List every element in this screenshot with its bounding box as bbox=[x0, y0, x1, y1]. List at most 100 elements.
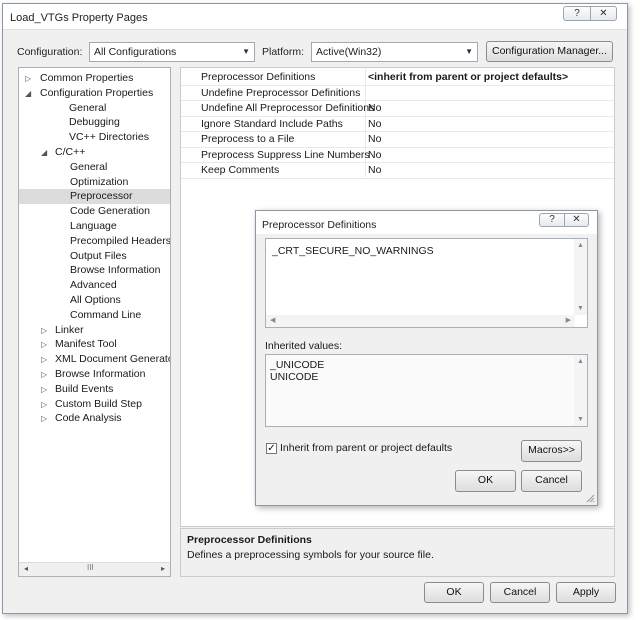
configuration-manager-button[interactable]: Configuration Manager... bbox=[486, 41, 613, 62]
dialog-ok-button[interactable]: OK bbox=[455, 470, 516, 492]
scroll-right-icon[interactable]: ▸ bbox=[161, 564, 165, 573]
property-name: Undefine Preprocessor Definitions bbox=[201, 86, 361, 99]
tree-item-label: Command Line bbox=[70, 308, 142, 321]
inherit-checkbox[interactable]: ✓ bbox=[266, 443, 277, 454]
tree-item[interactable]: General bbox=[19, 160, 170, 175]
expand-arrow-icon[interactable]: ▷ bbox=[25, 71, 31, 86]
tree-item-label: Precompiled Headers bbox=[70, 234, 171, 247]
definitions-textbox[interactable]: _CRT_SECURE_NO_WARNINGS ▲ ▼ ◀ ▶ bbox=[265, 238, 588, 328]
tree-item[interactable]: ▷ Linker bbox=[19, 323, 170, 338]
tree-item[interactable]: ▷ Build Events bbox=[19, 382, 170, 397]
tree-item-label: XML Document Generator bbox=[55, 353, 171, 366]
scroll-left-icon[interactable]: ◀ bbox=[270, 316, 275, 324]
tree-item[interactable]: ▷ XML Document Generator bbox=[19, 352, 170, 367]
description-title: Preprocessor Definitions bbox=[187, 534, 312, 546]
configuration-combo[interactable]: All Configurations ▼ bbox=[89, 42, 255, 62]
expand-arrow-icon[interactable]: ▷ bbox=[41, 411, 47, 426]
dialog-close-button[interactable]: ✕ bbox=[564, 214, 588, 226]
property-name: Preprocessor Definitions bbox=[201, 71, 316, 83]
tree-item[interactable]: Output Files bbox=[19, 249, 170, 264]
tree-item-label: Code Analysis bbox=[55, 412, 122, 425]
expand-arrow-icon[interactable]: ▷ bbox=[41, 397, 47, 412]
tree-item-label: Linker bbox=[55, 323, 84, 336]
collapse-arrow-icon[interactable]: ◢ bbox=[25, 86, 31, 101]
property-row[interactable]: Preprocess Suppress Line Numbers No bbox=[181, 148, 614, 163]
property-value: No bbox=[368, 164, 382, 176]
dialog-cancel-button[interactable]: Cancel bbox=[521, 470, 582, 492]
dialog-help-button[interactable]: ? bbox=[540, 214, 564, 226]
property-row[interactable]: Undefine All Preprocessor Definitions No bbox=[181, 101, 614, 117]
tree-item[interactable]: ▷ Code Analysis bbox=[19, 411, 170, 426]
property-name: Preprocess to a File bbox=[201, 133, 295, 145]
tree-item[interactable]: Language bbox=[19, 219, 170, 234]
scroll-down-icon[interactable]: ▼ bbox=[577, 305, 584, 312]
expand-arrow-icon[interactable]: ▷ bbox=[41, 382, 47, 397]
tree-item-label: C/C++ bbox=[55, 146, 86, 158]
tree-item-label: General bbox=[70, 160, 108, 173]
expand-arrow-icon[interactable]: ▷ bbox=[41, 323, 47, 338]
property-name: Preprocess Suppress Line Numbers bbox=[201, 148, 370, 161]
tree-item-label: Debugging bbox=[69, 116, 120, 129]
expand-arrow-icon[interactable]: ▷ bbox=[41, 367, 47, 382]
tree-item-label: Common Properties bbox=[40, 72, 134, 84]
tree-item[interactable]: ▷ Browse Information bbox=[19, 367, 170, 382]
tree-item[interactable]: General bbox=[19, 101, 170, 116]
macros-button[interactable]: Macros>> bbox=[521, 440, 582, 462]
property-name: Undefine All Preprocessor Definitions bbox=[201, 102, 375, 114]
tree-item-label: Custom Build Step bbox=[55, 397, 142, 410]
tree-horizontal-scrollbar[interactable]: ◂ III ▸ bbox=[19, 562, 170, 576]
tree-item[interactable]: Command Line bbox=[19, 308, 170, 323]
ok-button[interactable]: OK bbox=[424, 582, 484, 603]
expand-arrow-icon[interactable]: ▷ bbox=[41, 352, 47, 367]
inherited-values-label: Inherited values: bbox=[265, 340, 343, 352]
dialog-title-buttons: ? ✕ bbox=[539, 213, 589, 227]
tree-item-label: Optimization bbox=[70, 175, 129, 188]
title-bar-buttons: ? ✕ bbox=[563, 6, 617, 21]
property-value: No bbox=[368, 148, 382, 161]
tree-item[interactable]: ◢ Configuration Properties bbox=[19, 86, 170, 101]
description-text: Defines a preprocessing symbols for your… bbox=[187, 549, 434, 561]
cancel-button[interactable]: Cancel bbox=[490, 582, 550, 603]
tree-item-label: General bbox=[69, 101, 107, 114]
collapse-arrow-icon[interactable]: ◢ bbox=[41, 145, 47, 160]
property-row[interactable]: Keep Comments No bbox=[181, 163, 614, 179]
tree-item-label: Browse Information bbox=[70, 264, 161, 277]
tree-item[interactable]: ◢ C/C++ bbox=[19, 145, 170, 160]
property-row[interactable]: Preprocessor Definitions <inherit from pa… bbox=[181, 70, 614, 86]
inherit-checkbox-label[interactable]: Inherit from parent or project defaults bbox=[280, 442, 452, 454]
help-button[interactable]: ? bbox=[564, 7, 590, 20]
tree-item-label: Output Files bbox=[70, 249, 127, 262]
tree-item[interactable]: Preprocessor bbox=[19, 189, 170, 205]
scroll-down-icon[interactable]: ▼ bbox=[577, 416, 584, 423]
tree-item[interactable]: ▷ Custom Build Step bbox=[19, 397, 170, 412]
inherited-vertical-scrollbar[interactable]: ▲ ▼ bbox=[574, 355, 587, 426]
tree-item[interactable]: Debugging bbox=[19, 115, 170, 130]
expand-arrow-icon[interactable]: ▷ bbox=[41, 337, 47, 352]
tree-item-label: Browse Information bbox=[55, 368, 146, 380]
tree-item[interactable]: Optimization bbox=[19, 175, 170, 190]
close-button[interactable]: ✕ bbox=[590, 7, 616, 20]
definitions-horizontal-scrollbar[interactable]: ◀ ▶ bbox=[266, 315, 575, 327]
tree-item[interactable]: ▷ Common Properties bbox=[19, 71, 170, 86]
tree-item[interactable]: All Options bbox=[19, 293, 170, 308]
scroll-thumb-grip[interactable]: III bbox=[87, 563, 94, 572]
tree-item[interactable]: Browse Information bbox=[19, 263, 170, 278]
tree-item[interactable]: VC++ Directories bbox=[19, 130, 170, 145]
chevron-down-icon: ▼ bbox=[465, 47, 473, 56]
tree-item[interactable]: ▷ Manifest Tool bbox=[19, 337, 170, 352]
tree-item[interactable]: Code Generation bbox=[19, 204, 170, 219]
definitions-vertical-scrollbar[interactable]: ▲ ▼ bbox=[574, 239, 587, 315]
property-row[interactable]: Undefine Preprocessor Definitions bbox=[181, 86, 614, 101]
property-row[interactable]: Ignore Standard Include Paths No bbox=[181, 117, 614, 132]
scroll-up-icon[interactable]: ▲ bbox=[577, 242, 584, 249]
tree-item[interactable]: Advanced bbox=[19, 278, 170, 293]
tree-item[interactable]: Precompiled Headers bbox=[19, 234, 170, 249]
property-value: No bbox=[368, 133, 382, 145]
scroll-right-icon[interactable]: ▶ bbox=[566, 316, 571, 324]
apply-button[interactable]: Apply bbox=[556, 582, 616, 603]
scroll-up-icon[interactable]: ▲ bbox=[577, 358, 584, 365]
resize-grip-icon[interactable] bbox=[585, 493, 595, 503]
property-row[interactable]: Preprocess to a File No bbox=[181, 132, 614, 148]
platform-combo[interactable]: Active(Win32) ▼ bbox=[311, 42, 478, 62]
scroll-left-icon[interactable]: ◂ bbox=[24, 564, 28, 573]
